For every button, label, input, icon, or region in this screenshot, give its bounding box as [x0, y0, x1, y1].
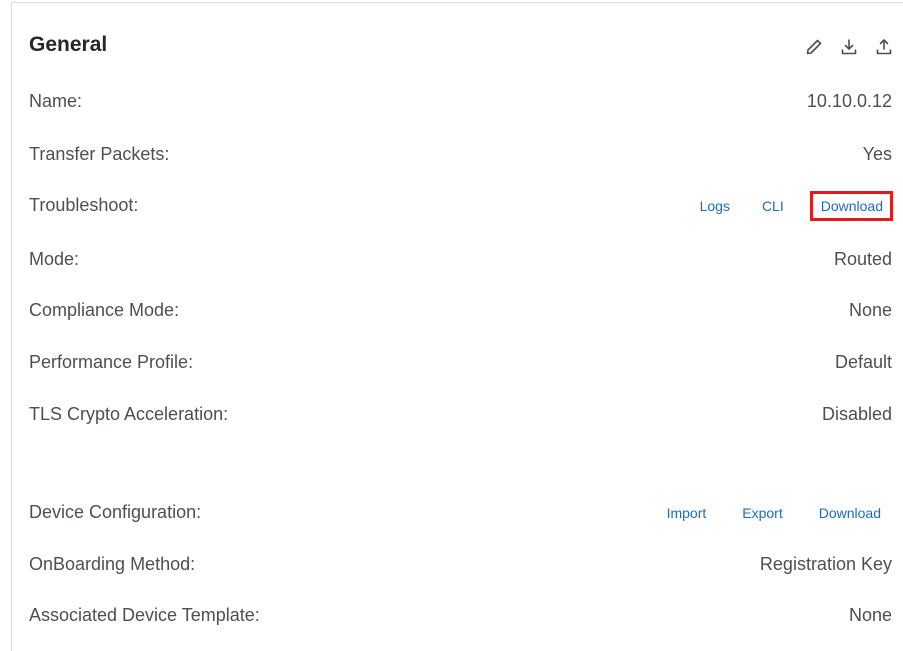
troubleshoot-download-link[interactable]: Download	[809, 191, 893, 221]
device-configuration-links: Import Export Download	[667, 505, 881, 521]
device-config-import-link[interactable]: Import	[667, 505, 707, 521]
tls-crypto-value: Disabled	[821, 404, 892, 424]
mode-label: Mode:	[29, 249, 80, 269]
row-device-configuration: Device Configuration: Import Export Down…	[12, 494, 903, 532]
onboarding-method-label: OnBoarding Method:	[29, 554, 196, 574]
row-associated-template: Associated Device Template: None	[12, 597, 903, 635]
card-header: General	[12, 3, 903, 88]
device-configuration-label: Device Configuration:	[29, 502, 202, 522]
card-title: General	[29, 33, 108, 56]
device-config-download-link[interactable]: Download	[819, 505, 881, 521]
header-actions	[803, 36, 895, 58]
row-onboarding-method: OnBoarding Method: Registration Key	[12, 546, 903, 584]
mode-value: Routed	[833, 249, 892, 269]
compliance-mode-label: Compliance Mode:	[29, 300, 180, 320]
performance-profile-value: Default	[834, 352, 892, 372]
download-icon[interactable]	[838, 36, 860, 58]
row-compliance-mode: Compliance Mode: None	[12, 292, 903, 330]
row-performance-profile: Performance Profile: Default	[12, 344, 903, 382]
row-troubleshoot: Troubleshoot: Logs CLI Download	[12, 187, 903, 225]
troubleshoot-links: Logs CLI Download	[700, 191, 893, 221]
general-card: General Name: 10.10.0.12 Transfer Packet…	[11, 2, 903, 651]
troubleshoot-logs-link[interactable]: Logs	[700, 198, 730, 214]
tls-crypto-label: TLS Crypto Acceleration:	[29, 404, 229, 424]
transfer-packets-value: Yes	[862, 144, 892, 164]
onboarding-method-value: Registration Key	[759, 554, 892, 574]
compliance-mode-value: None	[848, 300, 892, 320]
row-mode: Mode: Routed	[12, 241, 903, 279]
name-label: Name:	[29, 91, 83, 111]
troubleshoot-label: Troubleshoot:	[29, 195, 139, 215]
associated-template-label: Associated Device Template:	[29, 605, 260, 625]
transfer-packets-label: Transfer Packets:	[29, 144, 170, 164]
row-name: Name: 10.10.0.12	[12, 83, 903, 121]
troubleshoot-cli-link[interactable]: CLI	[762, 198, 784, 214]
name-value: 10.10.0.12	[806, 91, 892, 111]
pencil-icon[interactable]	[803, 36, 825, 58]
row-transfer-packets: Transfer Packets: Yes	[12, 136, 903, 174]
associated-template-value: None	[848, 605, 892, 625]
row-tls-crypto: TLS Crypto Acceleration: Disabled	[12, 396, 903, 434]
performance-profile-label: Performance Profile:	[29, 352, 194, 372]
upload-icon[interactable]	[873, 36, 895, 58]
device-config-export-link[interactable]: Export	[742, 505, 782, 521]
